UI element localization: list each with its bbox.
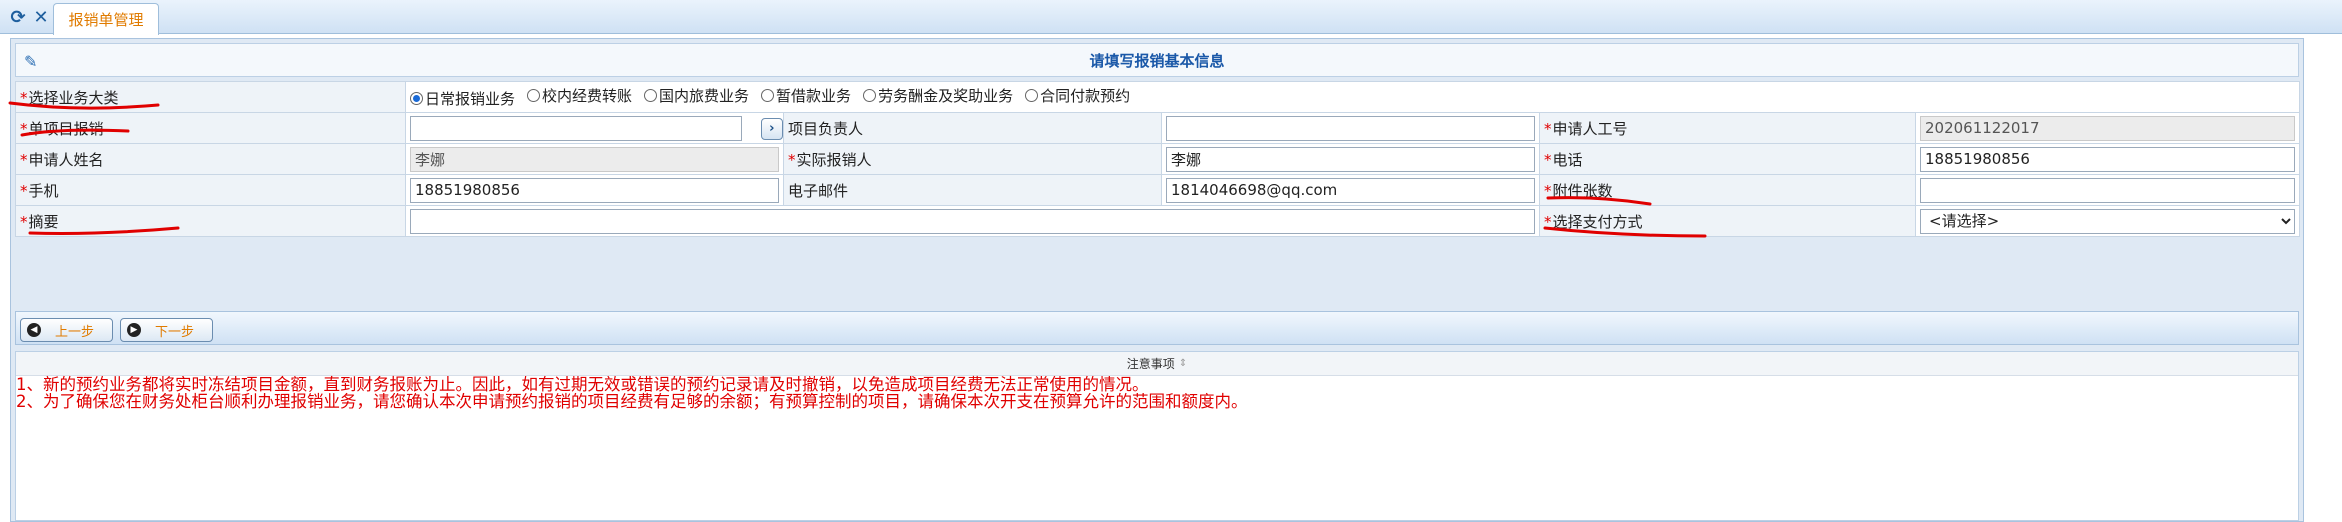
button-bar: ◀ 上一步 ▶ 下一步 — [15, 311, 2299, 345]
attachments-input[interactable] — [1920, 177, 2295, 203]
tab-bar: ⟳ ✕ 报销单管理 — [0, 0, 2342, 35]
project-leader-label: 项目负责人 — [783, 112, 1162, 144]
email-label: 电子邮件 — [783, 174, 1162, 206]
business-category-radio[interactable]: 劳务酬金及奖助业务 — [863, 85, 1013, 106]
row-summary: *摘要 *选择支付方式 <请选择> — [15, 205, 2300, 237]
notice-line-2: 2、为了确保您在财务处柜台顺利办理报销业务，请您确认本次申请预约报销的项目经费有… — [16, 392, 1248, 411]
radio-button[interactable] — [1025, 89, 1039, 102]
applicant-name-label: *申请人姓名 — [15, 143, 406, 175]
main-panel: ✎ 请填写报销基本信息 *选择业务大类 日常报销业务 校内经费转账 国内旅费业务 暂借… — [10, 38, 2304, 522]
form-title-text: 请填写报销基本信息 — [1089, 51, 1225, 70]
business-category-label: *选择业务大类 — [15, 81, 406, 113]
business-category-radio[interactable]: 校内经费转账 — [527, 85, 632, 106]
form-title: ✎ 请填写报销基本信息 — [15, 43, 2299, 77]
close-icon[interactable]: ✕ — [31, 7, 51, 28]
applicant-id-input — [1920, 115, 2295, 141]
applicant-id-cell — [1915, 112, 2300, 144]
arrow-left-icon: ◀ — [27, 323, 41, 337]
next-button[interactable]: ▶ 下一步 — [120, 318, 213, 342]
single-project-label: *单项目报销 — [15, 112, 406, 144]
refresh-icon[interactable]: ⟳ — [8, 7, 28, 28]
single-project-input[interactable] — [410, 115, 742, 141]
business-category-radio[interactable]: 日常报销业务 — [410, 88, 515, 109]
summary-cell — [405, 205, 1540, 237]
business-category-radio[interactable]: 国内旅费业务 — [644, 85, 749, 106]
radio-button[interactable] — [410, 92, 423, 105]
single-project-cell: › — [405, 112, 784, 144]
tab-reimbursement-management[interactable]: 报销单管理 — [53, 3, 159, 35]
actual-claimant-cell — [1161, 143, 1540, 175]
attachments-cell — [1915, 174, 2300, 206]
arrow-right-icon: ▶ — [127, 323, 141, 337]
mobile-label: *手机 — [15, 174, 406, 206]
business-category-options: 日常报销业务 校内经费转账 国内旅费业务 暂借款业务 劳务酬金及奖助业务 合同付款预约 — [405, 81, 2300, 113]
actual-claimant-label: *实际报销人 — [783, 143, 1162, 175]
email-cell — [1161, 174, 1540, 206]
business-category-radio[interactable]: 合同付款预约 — [1025, 85, 1130, 106]
radio-button[interactable] — [863, 89, 877, 102]
sort-icon: ⇕ — [1178, 358, 1188, 369]
basic-info-form: *选择业务大类 日常报销业务 校内经费转账 国内旅费业务 暂借款业务 劳务酬金及奖助业务… — [15, 81, 2300, 237]
notice-panel: 注意事项 ⇕ 1、新的预约业务都将实时冻结项目金额，直到财务报账为止。因此，如有过… — [15, 351, 2299, 521]
payment-method-cell: <请选择> — [1915, 205, 2300, 237]
row-applicant: *申请人姓名 *实际报销人 *电话 — [15, 143, 2300, 175]
summary-input[interactable] — [410, 208, 1535, 234]
project-leader-cell — [1161, 112, 1540, 144]
email-input[interactable] — [1166, 177, 1535, 203]
prev-button[interactable]: ◀ 上一步 — [20, 318, 113, 342]
pencil-icon: ✎ — [24, 52, 38, 71]
notice-header[interactable]: 注意事项 ⇕ — [16, 352, 2298, 376]
applicant-id-label: *申请人工号 — [1539, 112, 1916, 144]
phone-label: *电话 — [1539, 143, 1916, 175]
notice-line-1: 1、新的预约业务都将实时冻结项目金额，直到财务报账为止。因此，如有过期无效或错误… — [16, 375, 1149, 394]
mobile-input[interactable] — [410, 177, 779, 203]
radio-button[interactable] — [761, 89, 775, 102]
mobile-cell — [405, 174, 784, 206]
attachments-label: *附件张数 — [1539, 174, 1916, 206]
row-business-category: *选择业务大类 日常报销业务 校内经费转账 国内旅费业务 暂借款业务 劳务酬金及奖助业务… — [15, 81, 2300, 113]
radio-button[interactable] — [527, 89, 541, 102]
business-category-radio[interactable]: 暂借款业务 — [761, 85, 851, 106]
project-leader-input[interactable] — [1166, 115, 1535, 141]
summary-label: *摘要 — [15, 205, 406, 237]
row-contact: *手机 电子邮件 *附件张数 — [15, 174, 2300, 206]
actual-claimant-input[interactable] — [1166, 146, 1535, 172]
applicant-name-input — [410, 146, 779, 172]
applicant-name-cell — [405, 143, 784, 175]
radio-button[interactable] — [644, 89, 658, 102]
phone-cell — [1915, 143, 2300, 175]
row-project: *单项目报销 › 项目负责人 *申请人工号 — [15, 112, 2300, 144]
project-lookup-button[interactable]: › — [760, 117, 783, 140]
payment-method-label: *选择支付方式 — [1539, 205, 1916, 237]
payment-method-select[interactable]: <请选择> — [1920, 208, 2295, 234]
phone-input[interactable] — [1920, 146, 2295, 172]
